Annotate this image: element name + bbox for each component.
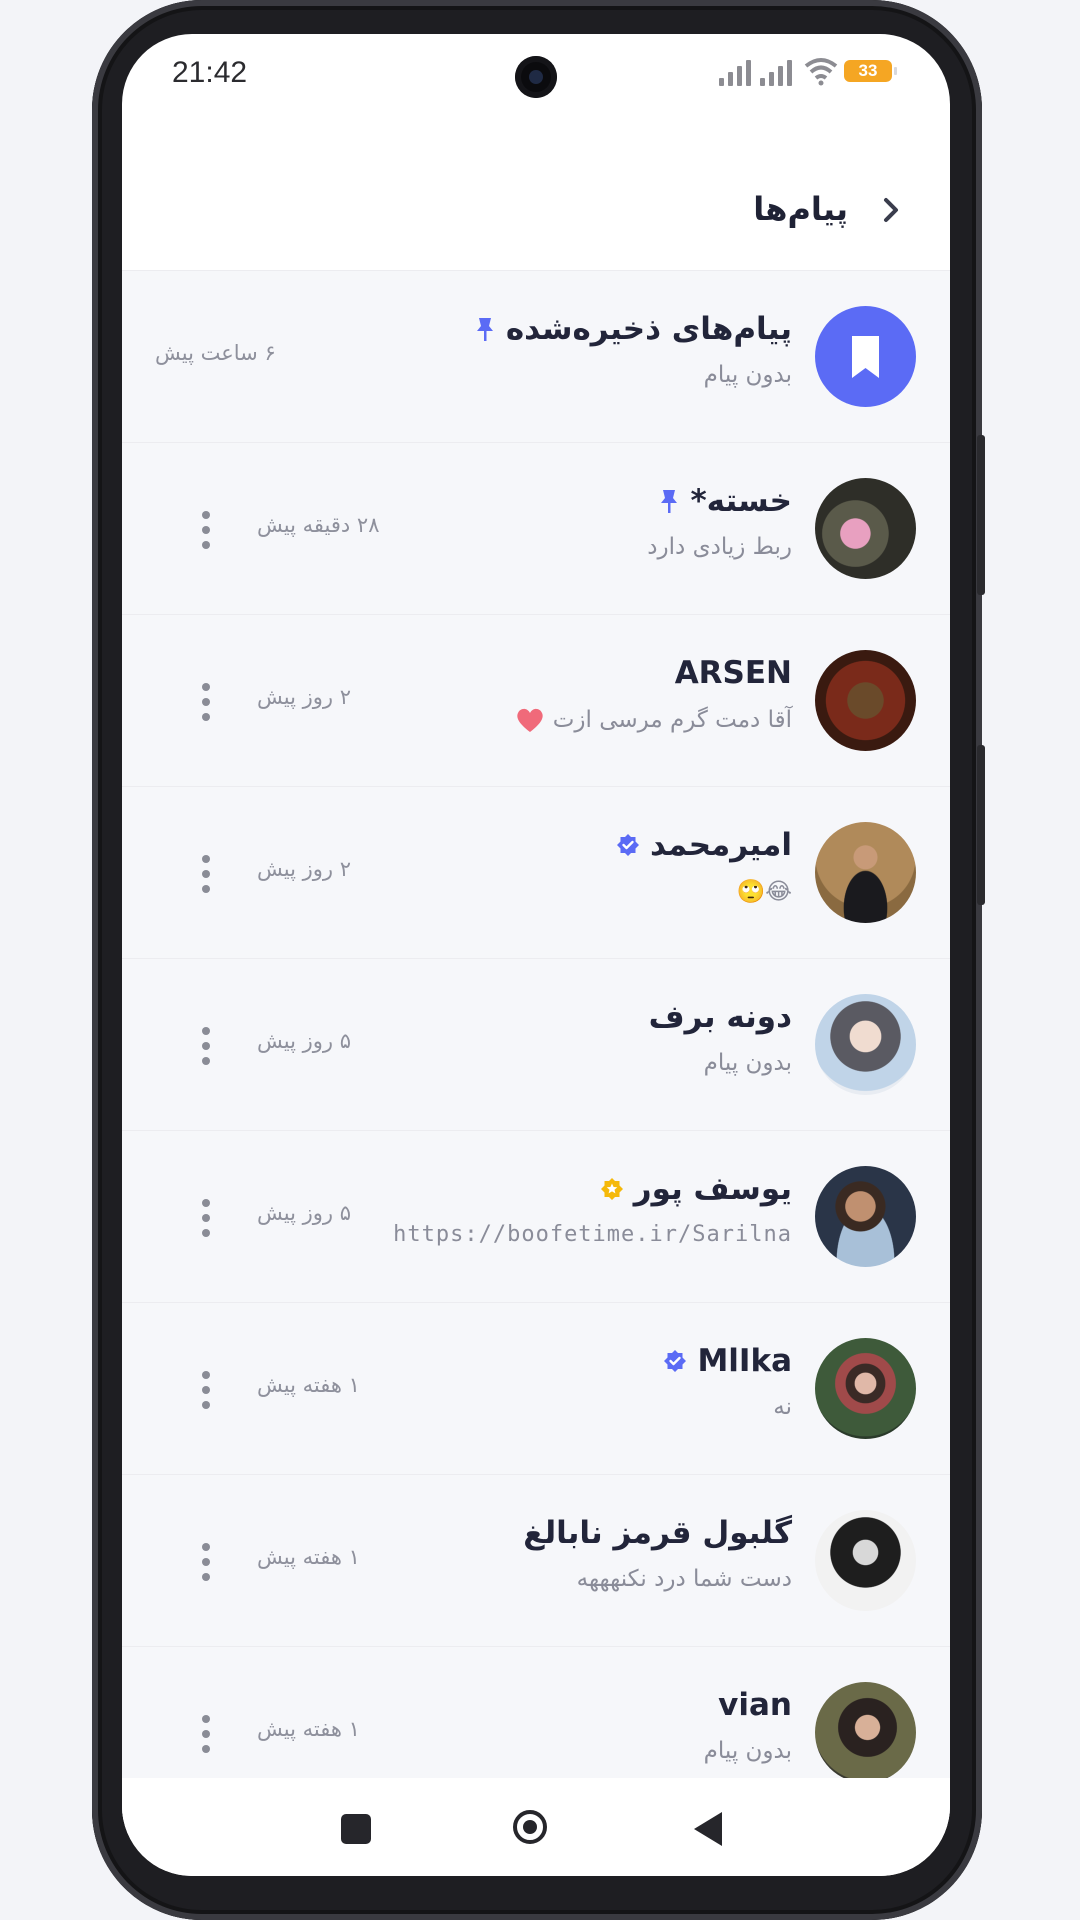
conversation-preview: ربط زیادی دارد <box>647 534 792 560</box>
conversation-time: ۵ روز پیش <box>257 1029 352 1053</box>
conversation-time: ۱ هفته پیش <box>257 1373 360 1397</box>
more-options-icon[interactable] <box>200 1715 212 1753</box>
conversation-title-line: MlIka <box>663 1343 792 1379</box>
conversation-time: ۵ روز پیش <box>257 1201 352 1225</box>
home-circle-icon[interactable] <box>513 1810 547 1844</box>
conversation-title-line: امیرمحمد <box>616 827 792 863</box>
more-options-icon[interactable] <box>200 855 212 893</box>
conversation-time: ۱ هفته پیش <box>257 1717 360 1741</box>
conversation-name: گلبول قرمز نابالغ <box>523 1515 792 1551</box>
pin-icon <box>476 318 493 341</box>
more-options-icon[interactable] <box>200 683 212 721</box>
conversation-row[interactable]: MlIka نه ۱ هفته پیش <box>122 1303 950 1475</box>
status-time: 21:42 <box>172 56 248 89</box>
pin-icon <box>661 490 678 513</box>
avatar <box>815 994 916 1095</box>
conversation-preview: 😂🙄 <box>736 879 792 905</box>
conversation-name: دونه برف <box>648 999 792 1035</box>
conversation-title-line: گلبول قرمز نابالغ <box>523 1515 792 1551</box>
verified-badge-icon <box>617 834 640 856</box>
conversation-preview: بدون پیام <box>703 362 792 388</box>
conversation-name: پیام‌های ذخیره‌شده <box>505 311 792 347</box>
power-button <box>977 745 985 905</box>
conversation-preview: آقا دمت گرم مرسی ازت <box>515 706 792 734</box>
conversation-title-line: پیام‌های ذخیره‌شده <box>474 311 792 347</box>
heart-icon <box>517 708 543 732</box>
conversation-name: ARSEN <box>674 655 792 691</box>
back-triangle-icon[interactable] <box>694 1812 722 1846</box>
app-screen: 21:42 33 پیام‌ها <box>122 34 950 1876</box>
gold-badge-icon <box>600 1178 623 1200</box>
conversation-preview: دست شما درد نکنهههه <box>576 1566 792 1592</box>
avatar <box>815 1338 916 1439</box>
conversation-name: یوسف پور <box>633 1171 792 1207</box>
avatar <box>815 1682 916 1783</box>
recents-square-icon[interactable] <box>341 1814 371 1844</box>
page-header: پیام‌ها <box>122 114 950 271</box>
conversation-row-saved-messages[interactable]: پیام‌های ذخیره‌شده بدون پیام ۶ ساعت پیش <box>122 271 950 443</box>
battery-icon: 33 <box>844 60 897 82</box>
more-options-icon[interactable] <box>200 1543 212 1581</box>
page-title: پیام‌ها <box>753 190 848 228</box>
conversation-title-line: یوسف پور <box>600 1171 792 1207</box>
volume-button <box>977 435 985 595</box>
signal-icon <box>719 56 751 86</box>
conversation-name: vian <box>718 1687 792 1723</box>
preview-text: آقا دمت گرم مرسی ازت <box>552 707 792 733</box>
conversation-name: خسته* <box>690 483 792 519</box>
avatar <box>815 1510 916 1611</box>
conversation-row[interactable]: دونه برف بدون پیام ۵ روز پیش <box>122 959 950 1131</box>
status-bar: 21:42 33 <box>122 34 950 114</box>
chevron-left-icon[interactable] <box>870 190 910 230</box>
conversation-name: MlIka <box>697 1343 792 1379</box>
conversation-time: ۲ روز پیش <box>257 685 352 709</box>
signal-icon <box>760 56 792 86</box>
conversation-title-line: خسته* <box>658 483 792 519</box>
avatar <box>815 822 916 923</box>
conversation-row[interactable]: امیرمحمد 😂🙄 ۲ روز پیش <box>122 787 950 959</box>
verified-badge-icon <box>664 1350 687 1372</box>
conversation-title-line: ARSEN <box>675 655 792 691</box>
conversation-time: ۱ هفته پیش <box>257 1545 360 1569</box>
conversation-row[interactable]: یوسف پور https://boofetime.ir/Sarilna ۵ … <box>122 1131 950 1303</box>
conversation-row[interactable]: خسته* ربط زیادی دارد ۲۸ دقیقه پیش <box>122 443 950 615</box>
conversation-title-line: vian <box>718 1687 792 1723</box>
conversation-preview: بدون پیام <box>703 1738 792 1764</box>
avatar <box>815 478 916 579</box>
conversation-preview: بدون پیام <box>703 1050 792 1076</box>
conversation-row[interactable]: گلبول قرمز نابالغ دست شما درد نکنهههه ۱ … <box>122 1475 950 1647</box>
conversation-row[interactable]: ARSEN آقا دمت گرم مرسی ازت ۲ روز پیش <box>122 615 950 787</box>
conversation-time: ۶ ساعت پیش <box>155 341 276 365</box>
bookmark-icon <box>815 306 916 407</box>
conversation-preview: نه <box>773 1394 792 1420</box>
avatar <box>815 650 916 751</box>
conversation-list: پیام‌های ذخیره‌شده بدون پیام ۶ ساعت پیش … <box>122 271 950 1819</box>
avatar <box>815 1166 916 1267</box>
conversation-preview: https://boofetime.ir/Sarilna <box>393 1222 792 1247</box>
more-options-icon[interactable] <box>200 1027 212 1065</box>
conversation-name: امیرمحمد <box>650 827 792 863</box>
conversation-title-line: دونه برف <box>649 999 792 1035</box>
conversation-time: ۲ روز پیش <box>257 857 352 881</box>
more-options-icon[interactable] <box>200 1199 212 1237</box>
more-options-icon[interactable] <box>200 1371 212 1409</box>
more-options-icon[interactable] <box>200 511 212 549</box>
wifi-icon <box>804 58 838 86</box>
front-camera <box>515 56 557 98</box>
conversation-time: ۲۸ دقیقه پیش <box>257 513 380 537</box>
system-navigation-bar <box>122 1778 950 1876</box>
